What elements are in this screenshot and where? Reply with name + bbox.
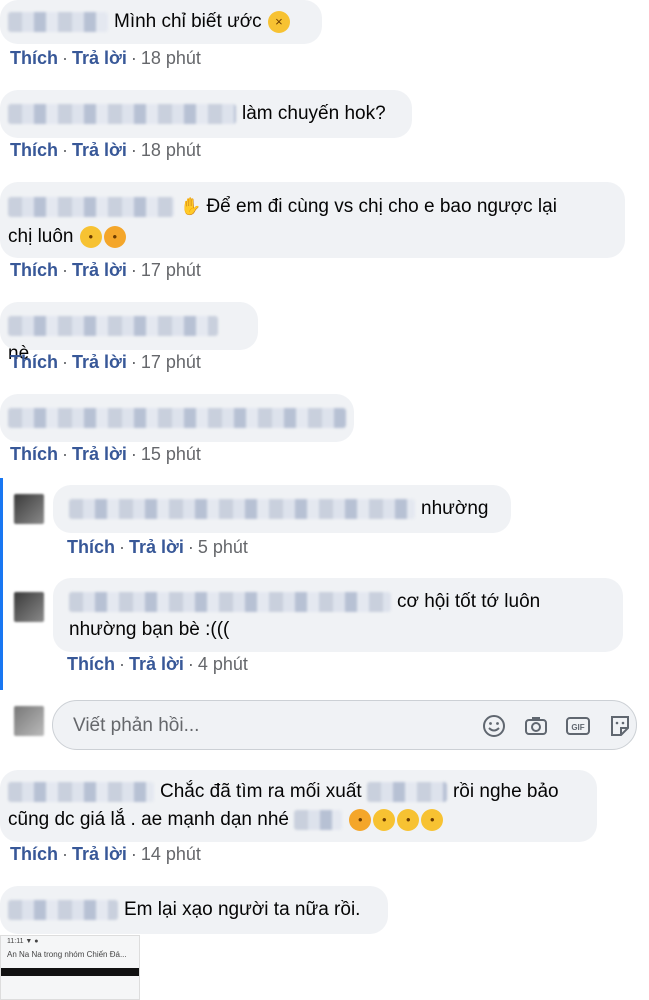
sticker-icon[interactable] — [607, 713, 633, 739]
comment-actions: Thích · Trả lời · 18 phút — [10, 48, 201, 68]
blurred-name — [8, 407, 346, 428]
thumbnail-bar — [1, 968, 139, 976]
blurred-name — [69, 498, 415, 519]
timestamp[interactable]: 17 phút — [141, 352, 201, 372]
blurred-name — [8, 781, 154, 802]
comment-text: làm chuyến hok? — [242, 103, 386, 124]
like-link[interactable]: Thích — [10, 48, 58, 68]
laugh-emoji-icon: • — [397, 808, 420, 831]
gif-icon[interactable]: GIF — [565, 713, 591, 739]
blurred-name — [8, 103, 236, 124]
reply-actions: Thích · Trả lời · 5 phút — [67, 537, 248, 557]
comment-text: Chắc đã tìm ra mối xuất — [160, 781, 362, 802]
comment-actions: Thích · Trả lời · 18 phút — [10, 140, 201, 160]
avatar — [14, 706, 44, 736]
reply-link[interactable]: Trả lời — [72, 444, 127, 464]
reply-link[interactable]: Trả lời — [72, 352, 127, 372]
comment-bubble: Chắc đã tìm ra mối xuất rồi nghe bảo cũn… — [0, 770, 597, 842]
comment-bubble: Mình chỉ biết ước × — [0, 0, 322, 44]
camera-icon[interactable] — [523, 713, 549, 739]
comment-text: Mình chỉ biết ước — [114, 11, 262, 32]
wave-hand-icon: ✋ — [180, 197, 202, 216]
reply-composer[interactable]: GIF — [52, 700, 637, 750]
like-link[interactable]: Thích — [10, 140, 58, 160]
timestamp[interactable]: 4 phút — [198, 654, 248, 674]
timestamp[interactable]: 14 phút — [141, 844, 201, 864]
reply-link[interactable]: Trả lời — [72, 48, 127, 68]
timestamp[interactable]: 5 phút — [198, 537, 248, 557]
like-link[interactable]: Thích — [67, 654, 115, 674]
reply-link[interactable]: Trả lời — [72, 844, 127, 864]
blurred-name — [69, 591, 391, 612]
like-link[interactable]: Thích — [10, 444, 58, 464]
comment-actions: Thích · Trả lời · 14 phút — [10, 844, 201, 864]
blurred-name — [8, 899, 118, 920]
comment-text: Để em đi cùng vs chị cho e bao ngược lại — [206, 196, 557, 217]
like-link[interactable]: Thích — [10, 352, 58, 372]
laugh-emoji-icon: • — [373, 808, 396, 831]
timestamp[interactable]: 18 phút — [141, 48, 201, 68]
blurred-text — [366, 781, 447, 802]
timestamp[interactable]: 15 phút — [141, 444, 201, 464]
comment-bubble: làm chuyến hok? — [0, 90, 412, 138]
blurred-name — [8, 11, 108, 32]
reply-link[interactable]: Trả lời — [72, 140, 127, 160]
comment-text: nhường — [421, 498, 489, 519]
comment-text: cơ hội tốt tớ luôn — [397, 591, 541, 612]
avatar[interactable] — [14, 494, 44, 524]
reply-input[interactable] — [71, 711, 455, 741]
reply-bubble: nhường — [53, 485, 511, 533]
thumbnail-status: 11:11 ▼ ● — [7, 938, 39, 945]
smiley-icon[interactable] — [481, 713, 507, 739]
comment-actions: Thích · Trả lời · 17 phút — [10, 260, 201, 280]
blurred-text — [294, 809, 343, 830]
monkey-emoji-icon: • — [349, 808, 372, 831]
reply-link[interactable]: Trả lời — [129, 654, 184, 674]
reply-link[interactable]: Trả lời — [72, 260, 127, 280]
comment-text: chị luôn — [8, 226, 74, 247]
reply-actions: Thích · Trả lời · 4 phút — [67, 654, 248, 674]
svg-text:GIF: GIF — [571, 723, 584, 732]
comment-bubble: nè — [0, 302, 258, 364]
thread-line — [0, 478, 3, 690]
timestamp[interactable]: 17 phút — [141, 260, 201, 280]
like-link[interactable]: Thích — [67, 537, 115, 557]
comment-bubble: Em lại xạo người ta nữa rồi. — [0, 886, 388, 934]
like-link[interactable]: Thích — [10, 260, 58, 280]
reply-link[interactable]: Trả lời — [129, 537, 184, 557]
comment-text: rồi nghe bảo — [452, 781, 559, 802]
like-link[interactable]: Thích — [10, 844, 58, 864]
thumbnail-caption: An Na Na trong nhóm Chiến Đá... — [7, 950, 127, 959]
comment-bubble: ✋ Để em đi cùng vs chị cho e bao ngược l… — [0, 182, 625, 258]
comment-bubble — [0, 394, 354, 442]
avatar[interactable] — [14, 592, 44, 622]
emoji-icon: • — [79, 225, 102, 248]
comment-actions: Thích · Trả lời · 15 phút — [10, 444, 201, 464]
comment-text: Em lại xạo người ta nữa rồi. — [124, 899, 361, 920]
emoji-icon: × — [267, 10, 290, 33]
reply-bubble: cơ hội tốt tớ luôn nhường bạn bè :((( — [53, 578, 623, 652]
laugh-emoji-icon: • — [421, 808, 444, 831]
blurred-name — [8, 315, 218, 336]
comment-actions: Thích · Trả lời · 17 phút — [10, 352, 201, 372]
timestamp[interactable]: 18 phút — [141, 140, 201, 160]
comment-text: cũng dc giá lắ . ae mạnh dạn nhé — [8, 809, 289, 830]
emoji-icon: • — [103, 225, 126, 248]
attached-image[interactable]: 11:11 ▼ ● An Na Na trong nhóm Chiến Đá..… — [0, 935, 140, 1000]
comment-text: nhường bạn bè :((( — [69, 619, 230, 640]
blurred-name — [8, 196, 174, 217]
